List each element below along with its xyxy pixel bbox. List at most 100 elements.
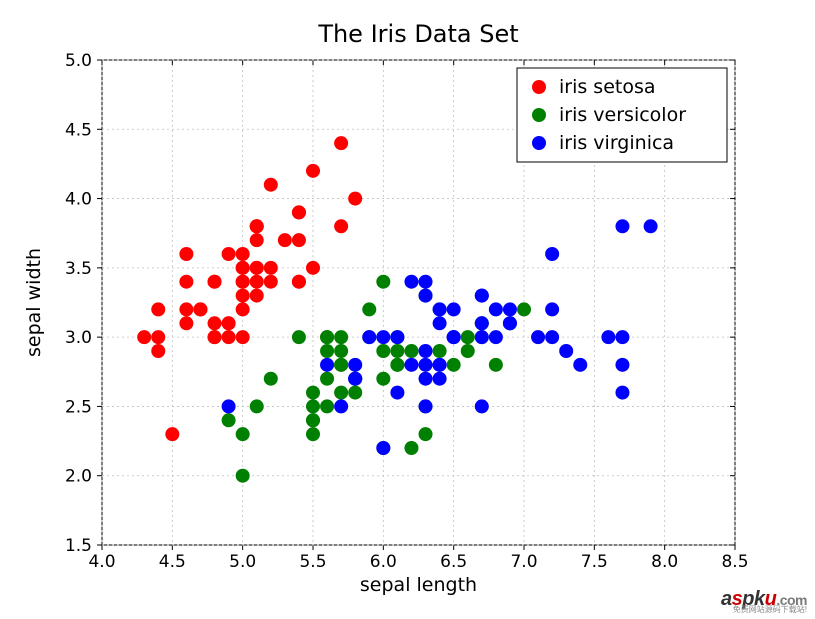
data-point: [179, 247, 193, 261]
data-point: [222, 316, 236, 330]
data-point: [208, 316, 222, 330]
data-point: [236, 330, 250, 344]
data-point: [179, 275, 193, 289]
data-point: [390, 330, 404, 344]
data-point: [419, 427, 433, 441]
x-tick-label: 4.0: [88, 552, 115, 572]
data-point: [165, 427, 179, 441]
data-point: [615, 386, 629, 400]
data-point: [419, 372, 433, 386]
data-point: [320, 344, 334, 358]
data-point: [390, 344, 404, 358]
data-point: [306, 399, 320, 413]
data-point: [236, 302, 250, 316]
data-point: [292, 275, 306, 289]
data-point: [419, 344, 433, 358]
data-point: [320, 399, 334, 413]
data-point: [193, 302, 207, 316]
x-tick-label: 8.0: [651, 552, 678, 572]
data-point: [278, 233, 292, 247]
data-point: [475, 330, 489, 344]
data-point: [348, 358, 362, 372]
data-point: [489, 302, 503, 316]
scatter-chart: 4.04.55.05.56.06.57.07.58.08.51.52.02.53…: [0, 0, 815, 615]
data-point: [334, 399, 348, 413]
y-tick-label: 4.0: [65, 190, 92, 210]
data-point: [236, 289, 250, 303]
legend-marker: [532, 108, 546, 122]
data-point: [334, 330, 348, 344]
data-point: [433, 372, 447, 386]
data-point: [222, 413, 236, 427]
x-tick-label: 6.0: [370, 552, 397, 572]
data-point: [376, 344, 390, 358]
data-point: [151, 330, 165, 344]
legend-label: iris versicolor: [559, 104, 686, 126]
data-point: [179, 316, 193, 330]
data-point: [615, 358, 629, 372]
data-point: [489, 358, 503, 372]
data-point: [517, 302, 531, 316]
y-tick-label: 3.5: [65, 259, 92, 279]
data-point: [250, 399, 264, 413]
data-point: [292, 330, 306, 344]
x-tick-label: 6.5: [440, 552, 467, 572]
data-point: [433, 316, 447, 330]
data-point: [208, 330, 222, 344]
data-point: [179, 302, 193, 316]
data-point: [348, 372, 362, 386]
data-point: [447, 302, 461, 316]
x-tick-label: 8.5: [721, 552, 748, 572]
data-point: [250, 219, 264, 233]
data-point: [236, 247, 250, 261]
data-point: [644, 219, 658, 233]
data-point: [292, 233, 306, 247]
data-point: [404, 275, 418, 289]
data-point: [376, 330, 390, 344]
data-point: [151, 344, 165, 358]
data-point: [236, 261, 250, 275]
x-tick-label: 5.0: [229, 552, 256, 572]
data-point: [250, 289, 264, 303]
data-point: [433, 344, 447, 358]
data-point: [376, 441, 390, 455]
data-point: [461, 344, 475, 358]
data-point: [461, 330, 475, 344]
data-point: [306, 413, 320, 427]
data-point: [236, 275, 250, 289]
data-point: [306, 386, 320, 400]
data-point: [137, 330, 151, 344]
x-tick-label: 4.5: [159, 552, 186, 572]
y-tick-label: 3.0: [65, 328, 92, 348]
data-point: [208, 275, 222, 289]
data-point: [559, 344, 573, 358]
data-point: [292, 205, 306, 219]
x-tick-label: 5.5: [299, 552, 326, 572]
data-point: [545, 302, 559, 316]
data-point: [447, 358, 461, 372]
data-point: [264, 261, 278, 275]
data-point: [264, 372, 278, 386]
data-point: [404, 344, 418, 358]
data-point: [222, 399, 236, 413]
data-point: [334, 136, 348, 150]
data-point: [419, 289, 433, 303]
data-point: [573, 358, 587, 372]
data-point: [489, 330, 503, 344]
data-point: [362, 302, 376, 316]
data-point: [545, 330, 559, 344]
x-axis-label: sepal length: [360, 574, 477, 596]
data-point: [475, 289, 489, 303]
data-point: [334, 386, 348, 400]
x-tick-label: 7.0: [510, 552, 537, 572]
data-point: [236, 469, 250, 483]
legend-marker: [532, 80, 546, 94]
y-tick-label: 2.0: [65, 467, 92, 487]
data-point: [503, 302, 517, 316]
legend-label: iris virginica: [559, 132, 674, 154]
data-point: [475, 399, 489, 413]
data-point: [433, 358, 447, 372]
data-point: [306, 164, 320, 178]
data-point: [320, 358, 334, 372]
data-point: [222, 330, 236, 344]
